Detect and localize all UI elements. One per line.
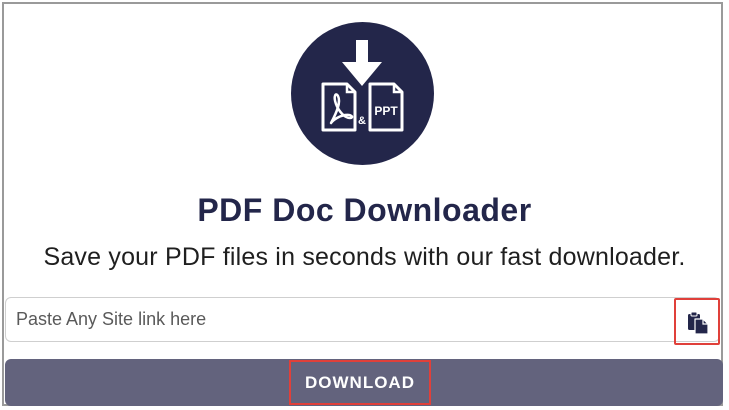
down-arrow-head <box>342 62 382 86</box>
logo-ppt-label: PPT <box>374 104 398 118</box>
page-subtitle: Save your PDF files in seconds with our … <box>43 243 686 271</box>
logo-ampersand: & <box>358 115 366 127</box>
page-title: PDF Doc Downloader <box>197 192 532 228</box>
acrobat-icon <box>329 93 354 125</box>
download-button[interactable]: DOWNLOAD <box>289 360 431 405</box>
search-field-container <box>5 297 720 342</box>
url-input[interactable] <box>16 298 666 341</box>
down-arrow-shaft <box>356 40 368 62</box>
clipboard-paste-icon <box>688 311 709 335</box>
pdf-ppt-download-icon: & PPT <box>291 22 434 165</box>
paste-button[interactable] <box>674 298 720 345</box>
